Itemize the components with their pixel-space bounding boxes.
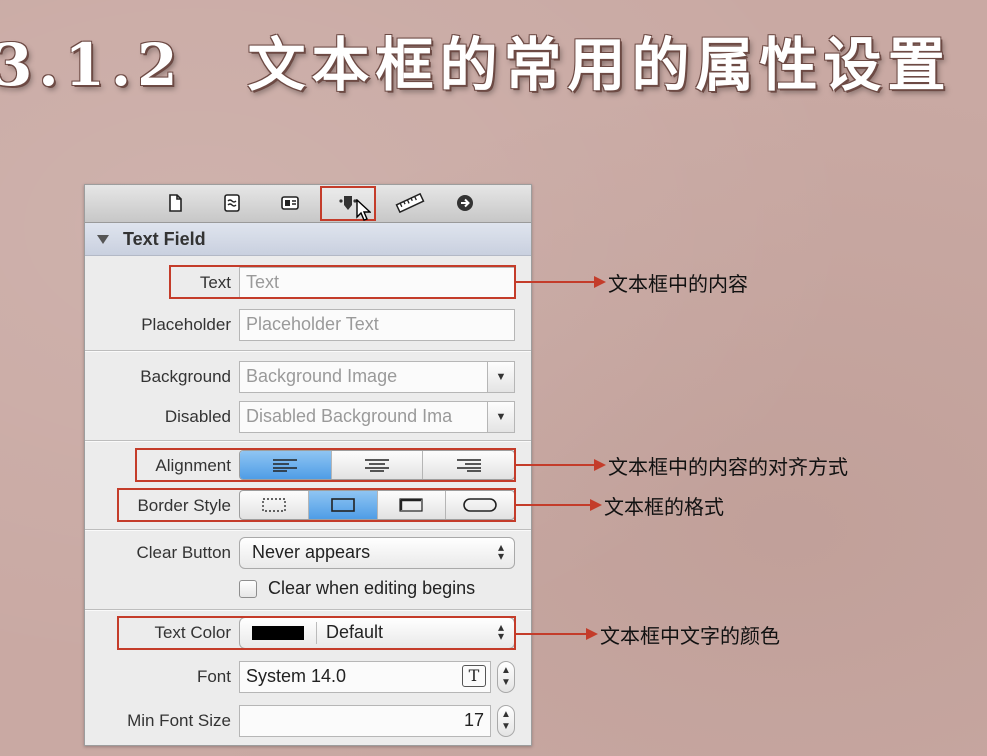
font-value: System 14.0 (246, 666, 347, 686)
min-font-size-stepper[interactable]: ▲ ▼ (497, 705, 515, 737)
clear-when-editing-label: Clear when editing begins (268, 578, 476, 598)
min-font-size-field[interactable]: 17 (239, 705, 491, 737)
divider (85, 609, 531, 611)
identity-icon[interactable] (278, 191, 302, 215)
font-picker-icon[interactable]: T (462, 665, 486, 687)
annotation-arrow (516, 281, 596, 283)
connections-icon[interactable] (453, 191, 477, 215)
placeholder-field[interactable]: Placeholder Text (239, 309, 515, 341)
inspector-toolbar (85, 185, 531, 223)
dropdown-arrow-icon[interactable]: ▼ (487, 362, 514, 392)
popup-arrows-icon: ▴ ▾ (497, 540, 504, 563)
section-title: Text Field (123, 229, 206, 249)
annotation-arrow (516, 504, 592, 506)
divider (85, 350, 531, 352)
arrow-head-icon (586, 628, 598, 640)
mouse-cursor-icon (355, 199, 371, 221)
text-field-section-header[interactable]: Text Field (85, 223, 531, 256)
annotation-arrow (516, 464, 596, 466)
slide-title: 3.1.2 文本框的常用的属性设置 (0, 31, 952, 99)
clear-button-label: Clear Button (136, 543, 232, 562)
background-value: Background Image (246, 366, 398, 386)
clear-when-editing-checkbox[interactable] (239, 580, 257, 598)
arrow-head-icon (594, 276, 606, 288)
alignment-row-highlight (135, 448, 516, 482)
disabled-label: Disabled (164, 407, 231, 426)
font-label: Font (196, 667, 231, 686)
annotation-text-content: 文本框中的内容 (608, 272, 748, 296)
divider (85, 529, 531, 531)
text-row-highlight (169, 265, 516, 299)
disclosure-triangle-icon[interactable] (97, 235, 109, 244)
clear-button-value: Never appears (252, 542, 371, 562)
size-ruler-icon[interactable] (394, 191, 426, 215)
quick-help-icon[interactable] (220, 191, 244, 215)
placeholder-label: Placeholder (141, 315, 231, 334)
annotation-border-style: 文本框的格式 (604, 495, 724, 519)
font-field[interactable]: System 14.0 T (239, 661, 491, 693)
annotation-alignment: 文本框中的内容的对齐方式 (608, 455, 848, 479)
font-stepper[interactable]: ▲ ▼ (497, 661, 515, 693)
disabled-background-combo[interactable]: Disabled Background Ima ▼ (239, 401, 515, 433)
divider (85, 440, 531, 442)
text-color-row-highlight (117, 616, 516, 650)
file-icon[interactable] (163, 191, 187, 215)
min-font-size-label: Min Font Size (127, 711, 231, 730)
arrow-head-icon (594, 459, 606, 471)
clear-button-popup[interactable]: Never appears ▴ ▾ (239, 537, 515, 569)
background-combo[interactable]: Background Image ▼ (239, 361, 515, 393)
background-label: Background (140, 367, 231, 386)
disabled-background-value: Disabled Background Ima (246, 406, 453, 426)
arrow-head-icon (590, 499, 602, 511)
annotation-text-color: 文本框中文字的颜色 (600, 624, 780, 648)
annotation-arrow (516, 633, 588, 635)
border-style-row-highlight (117, 488, 516, 522)
dropdown-arrow-icon[interactable]: ▼ (487, 402, 514, 432)
